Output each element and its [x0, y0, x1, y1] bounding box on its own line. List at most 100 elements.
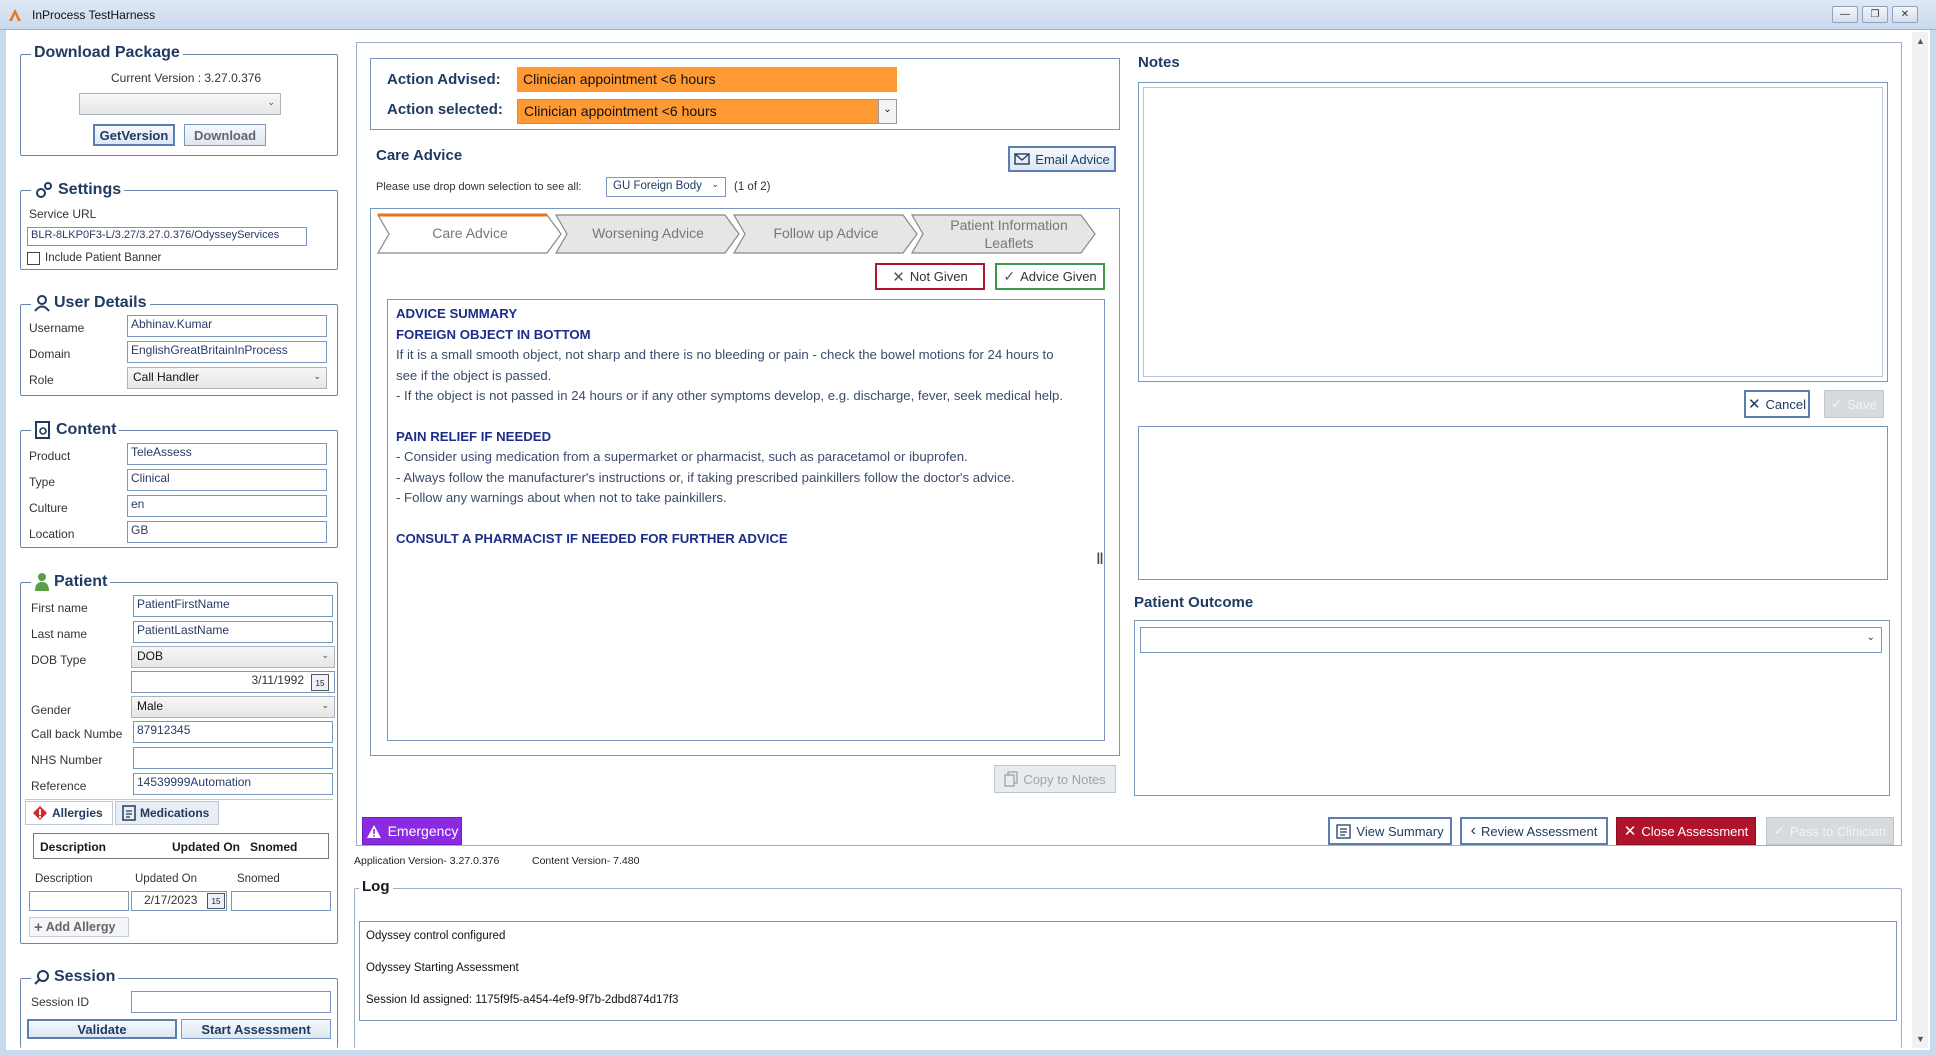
pass-to-clinician-button[interactable]: ✓ Pass to Clinician — [1766, 817, 1894, 845]
main-scrollbar[interactable]: ▲ ▼ — [1912, 32, 1928, 1048]
type-input[interactable]: Clinical — [127, 469, 327, 491]
notes-textarea[interactable] — [1138, 82, 1888, 382]
action-box: Action Advised: Clinician appointment <6… — [370, 58, 1120, 130]
advice-topic-select[interactable]: GU Foreign Body ⌄ — [606, 177, 726, 197]
role-select[interactable]: Call Handler ⌄ — [127, 367, 327, 389]
restore-button[interactable]: ❒ — [1862, 6, 1888, 23]
gender-select[interactable]: Male ⌄ — [131, 696, 335, 718]
cancel-button[interactable]: ✕ Cancel — [1744, 390, 1810, 418]
medications-icon — [122, 805, 136, 821]
download-package-legend: Download Package — [31, 44, 183, 62]
care-advice-title: Care Advice — [376, 147, 463, 164]
tab-follow-up-advice[interactable]: Follow up Advice — [733, 213, 919, 254]
close-window-button[interactable]: ✕ — [1892, 6, 1918, 23]
reference-input[interactable]: 14539999Automation — [133, 773, 333, 795]
new-description-label: Description — [35, 873, 93, 885]
copy-icon — [1004, 771, 1018, 787]
culture-label: Culture — [29, 501, 68, 515]
calendar-icon[interactable]: 15 — [311, 674, 329, 691]
version-select[interactable]: ⌄ — [79, 93, 281, 115]
last-name-input[interactable]: PatientLastName — [133, 621, 333, 643]
include-banner-checkbox[interactable] — [27, 252, 40, 265]
getversion-button[interactable]: GetVersion — [93, 124, 175, 146]
session-id-input[interactable] — [131, 991, 331, 1013]
close-icon: ✕ — [1747, 396, 1761, 413]
add-allergy-button[interactable]: + Add Allergy — [29, 917, 129, 937]
gender-label: Gender — [31, 703, 72, 717]
email-advice-button[interactable]: Email Advice — [1008, 146, 1116, 172]
notes-history-box[interactable] — [1138, 426, 1888, 580]
culture-input[interactable]: en — [127, 495, 327, 517]
gear-icon — [36, 182, 52, 198]
current-version-label: Current Version : 3.27.0.376 — [111, 71, 262, 85]
service-url-label: Service URL — [29, 207, 97, 221]
advice-given-button[interactable]: ✓ Advice Given — [995, 263, 1105, 290]
action-selected-select[interactable]: Clinician appointment <6 hours ⌄ — [517, 99, 897, 124]
section2-line1: - Consider using medication from a super… — [396, 449, 968, 464]
content-version: Content Version- 7.480 — [532, 855, 640, 867]
start-assessment-button[interactable]: Start Assessment — [181, 1019, 331, 1039]
dropdown-hint: Please use drop down selection to see al… — [376, 181, 582, 193]
section2-line3: - Follow any warnings about when not to … — [396, 490, 727, 505]
view-summary-button[interactable]: View Summary — [1328, 817, 1452, 845]
section2-line2: - Always follow the manufacturer's instr… — [396, 469, 1015, 485]
save-button[interactable]: ✓ Save — [1824, 390, 1884, 418]
download-package-group: Download Package Current Version : 3.27.… — [20, 44, 338, 156]
allergy-calendar-icon[interactable]: 15 — [207, 893, 225, 909]
section3-heading: CONSULT A PHARMACIST IF NEEDED FOR FURTH… — [396, 530, 788, 546]
new-updated-label: Updated On — [135, 873, 198, 885]
service-url-input[interactable]: BLR-8LKP0F3-L/3.27/3.27.0.376/OdysseySer… — [27, 227, 307, 246]
close-assessment-button[interactable]: ✕ Close Assessment — [1616, 817, 1756, 845]
advice-text-panel[interactable]: ADVICE SUMMARY FOREIGN OBJECT IN BOTTOM … — [387, 299, 1105, 741]
action-selected-label: Action selected: — [387, 101, 503, 118]
chevron-down-icon: ⌄ — [711, 179, 719, 189]
title-bar: InProcess TestHarness — ❒ ✕ — [0, 0, 1936, 30]
new-snomed-input[interactable] — [231, 891, 331, 911]
log-output[interactable]: Odyssey control configured Odyssey Start… — [359, 921, 1897, 1021]
not-given-button[interactable]: ✕ Not Given — [875, 263, 985, 290]
settings-legend: Settings — [31, 180, 125, 200]
review-assessment-button[interactable]: ‹ Review Assessment — [1460, 817, 1608, 845]
emergency-button[interactable]: Emergency — [362, 817, 462, 845]
scroll-down-icon[interactable]: ▼ — [1916, 1034, 1925, 1044]
product-input[interactable]: TeleAssess — [127, 443, 327, 465]
first-name-label: First name — [31, 601, 88, 615]
scroll-up-icon[interactable]: ▲ — [1916, 36, 1925, 46]
dob-input[interactable]: 3/11/1992 — [131, 671, 335, 693]
first-name-input[interactable]: PatientFirstName — [133, 595, 333, 617]
location-input[interactable]: GB — [127, 521, 327, 543]
validate-button[interactable]: Validate — [27, 1019, 177, 1039]
username-input[interactable]: Abhinav.Kumar — [127, 315, 327, 337]
minimize-button[interactable]: — — [1832, 6, 1858, 23]
tab-medications[interactable]: Medications — [115, 801, 219, 825]
callback-input[interactable]: 87912345 — [133, 721, 333, 743]
nhs-input[interactable] — [133, 747, 333, 769]
patient-outcome-select[interactable]: ⌄ — [1140, 627, 1882, 653]
username-label: Username — [29, 321, 85, 335]
role-label: Role — [29, 373, 54, 387]
tab-patient-information-leaflets[interactable]: Patient Information Leaflets — [911, 213, 1097, 254]
content-legend: Content — [31, 420, 120, 440]
settings-group: Settings Service URL BLR-8LKP0F3-L/3.27/… — [20, 180, 338, 270]
last-name-label: Last name — [31, 627, 88, 641]
section2-heading: PAIN RELIEF IF NEEDED — [396, 428, 552, 444]
dob-type-select[interactable]: DOB ⌄ — [131, 646, 335, 668]
tab-worsening-advice[interactable]: Worsening Advice — [555, 213, 741, 254]
search-icon — [34, 970, 49, 985]
close-icon: ✕ — [892, 268, 905, 286]
tab-care-advice[interactable]: Care Advice — [377, 213, 563, 254]
new-description-input[interactable] — [29, 891, 129, 911]
tab-allergies[interactable]: Allergies — [25, 801, 113, 825]
user-details-group: User Details Username Abhinav.Kumar Doma… — [20, 294, 338, 396]
check-icon: ✓ — [1773, 823, 1785, 838]
chevron-down-icon[interactable]: ⌄ — [878, 100, 896, 123]
domain-input[interactable]: EnglishGreatBritainInProcess — [127, 341, 327, 363]
dob-type-label: DOB Type — [31, 653, 87, 667]
chevron-down-icon: ⌄ — [1866, 632, 1875, 643]
advice-summary-heading: ADVICE SUMMARY — [396, 306, 518, 321]
download-button[interactable]: Download — [184, 124, 266, 146]
summary-icon — [1336, 823, 1352, 839]
check-icon: ✓ — [1831, 396, 1843, 411]
user-icon — [34, 295, 50, 312]
copy-to-notes-button[interactable]: Copy to Notes — [994, 765, 1116, 793]
